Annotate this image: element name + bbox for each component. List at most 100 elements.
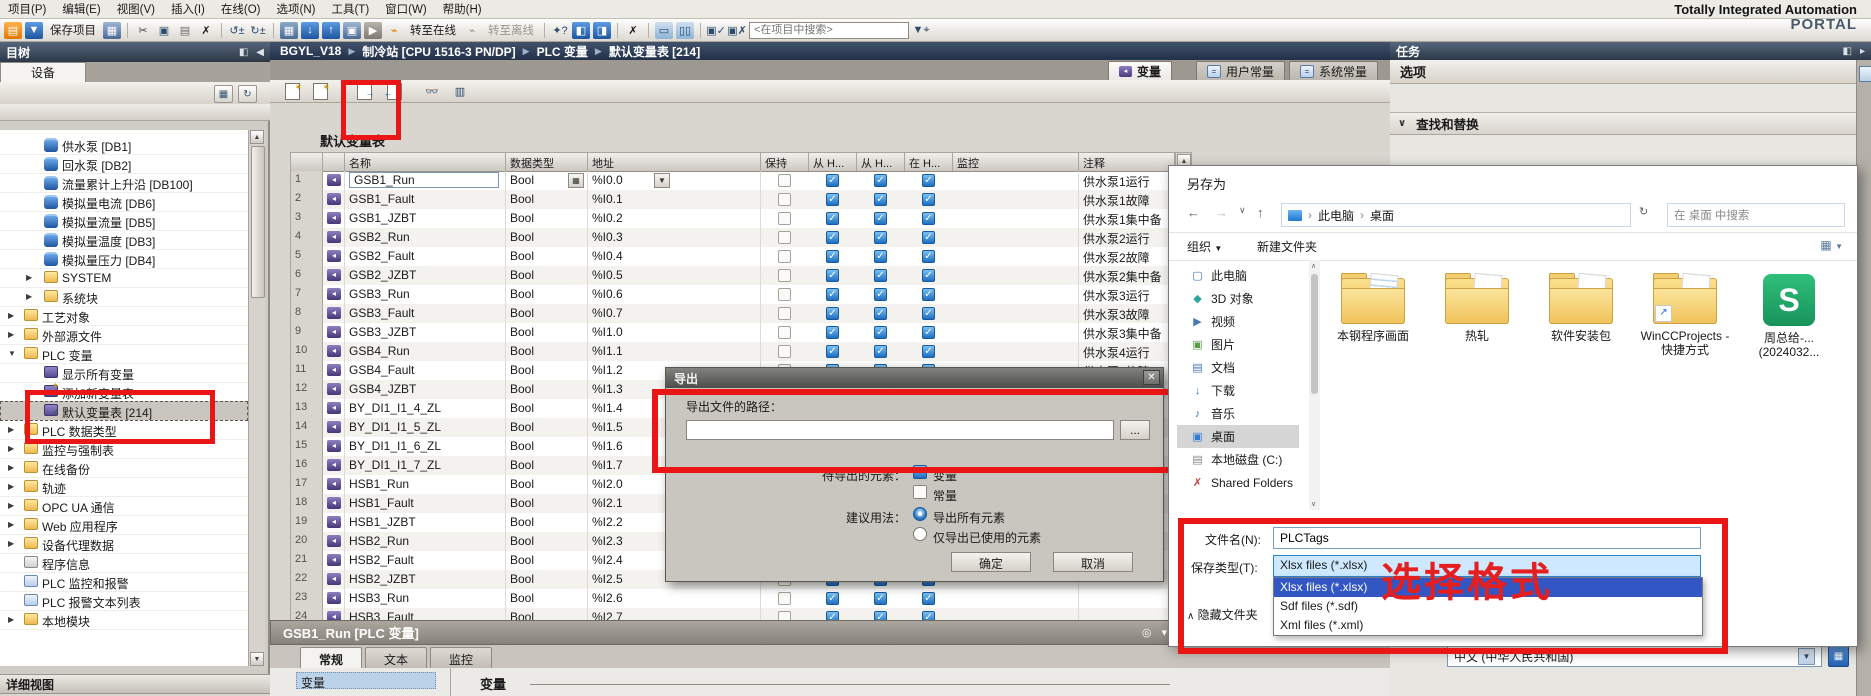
tree-item[interactable]: ▶在线备份 <box>0 458 248 478</box>
cancel-button[interactable]: 取消 <box>1053 552 1133 572</box>
tags-checkbox[interactable]: ✓ <box>913 465 927 479</box>
tree-item[interactable]: ▶外部源文件 <box>0 325 248 345</box>
expand-arrow-icon[interactable]: ▶ <box>8 444 14 453</box>
writable-from-hmi-checkbox[interactable]: ✓ <box>874 174 887 187</box>
data-type-cell[interactable]: Bool <box>506 304 588 323</box>
column-header[interactable]: 数据类型 <box>506 153 588 171</box>
data-type-cell[interactable]: Bool <box>506 494 588 513</box>
sidebar-item-disk[interactable]: ▤本地磁盘 (C:) <box>1177 448 1299 471</box>
column-header[interactable]: 注释 <box>1079 153 1175 171</box>
breadcrumb-this-pc[interactable]: 此电脑 <box>1318 207 1354 224</box>
save-type-option[interactable]: Xml files (*.xml) <box>1274 616 1702 635</box>
retain-checkbox[interactable] <box>778 592 791 605</box>
table-row[interactable]: 10◂GSB4_RunBool%I1.1✓✓✓供水泵4运行 <box>291 342 1175 361</box>
sidebar-scrollbar[interactable]: ∧ ∨ <box>1309 260 1320 510</box>
accessible-from-hmi-checkbox[interactable]: ✓ <box>826 269 839 282</box>
tab-devices[interactable]: 设备 <box>0 62 86 82</box>
menu-item[interactable]: 在线(O) <box>213 0 269 18</box>
sidebar-item-video[interactable]: ▶视频 <box>1177 310 1299 333</box>
breadcrumb-segment[interactable]: PLC 变量 <box>537 43 588 60</box>
tree-item[interactable]: ✶添加新变量表 <box>0 382 248 402</box>
tree-item[interactable]: ▶Web 应用程序 <box>0 515 248 535</box>
split-vertical-icon[interactable]: ▯▯ <box>676 22 694 39</box>
tags-checkbox-label[interactable]: 变量 <box>933 467 957 484</box>
find-replace-section-header[interactable]: ∨ 查找和替换 <box>1390 112 1856 135</box>
accessible-from-hmi-checkbox[interactable]: ✓ <box>826 212 839 225</box>
data-type-cell[interactable]: Bool <box>506 570 588 589</box>
paste-icon[interactable]: ▤ <box>176 22 194 39</box>
tree-item[interactable]: ▶工艺对象 <box>0 306 248 326</box>
breadcrumb-desktop[interactable]: 桌面 <box>1370 207 1394 224</box>
expand-arrow-icon[interactable]: ▶ <box>8 482 14 491</box>
inspector-collapse-icon[interactable]: ▾ <box>1161 626 1167 639</box>
tag-name-cell[interactable]: BY_DI1_I1_4_ZL <box>345 399 506 418</box>
ok-button[interactable]: 确定 <box>951 552 1031 572</box>
tag-name-cell[interactable]: GSB1_Run <box>345 171 506 190</box>
retain-checkbox[interactable] <box>778 307 791 320</box>
new-project-icon[interactable]: ▤ <box>4 22 22 39</box>
properties-search-icon[interactable]: ◎ <box>1142 626 1152 639</box>
tree-item[interactable]: 回水泵 [DB2] <box>0 154 248 174</box>
retain-checkbox[interactable] <box>778 250 791 263</box>
tree-item[interactable]: ▶PLC 数据类型 <box>0 420 248 440</box>
scroll-down-icon[interactable]: ▼ <box>250 652 264 666</box>
inspector-tab-monitor[interactable]: 监控 <box>430 647 492 668</box>
comment-cell[interactable]: 供水泵2集中备 <box>1079 266 1175 285</box>
accessible-from-hmi-checkbox[interactable]: ✓ <box>826 174 839 187</box>
tree-item[interactable]: 模拟量电流 [DB6] <box>0 192 248 212</box>
export-all-radio[interactable] <box>913 507 927 521</box>
tree-refresh-icon[interactable]: ↻ <box>238 85 257 103</box>
tag-name-cell[interactable]: GSB2_JZBT <box>345 266 506 285</box>
constants-checkbox-label[interactable]: 常量 <box>933 487 957 504</box>
address-cell[interactable]: %I0.3 <box>588 228 761 247</box>
tag-name-cell[interactable]: GSB3_JZBT <box>345 323 506 342</box>
import-icon[interactable]: ← <box>384 82 404 100</box>
export-path-input[interactable] <box>686 420 1114 440</box>
address-cell[interactable]: %I1.0 <box>588 323 761 342</box>
expand-arrow-icon[interactable]: ▶ <box>8 615 14 624</box>
menu-item[interactable]: 工具(T) <box>323 0 377 18</box>
sidebar-scrollbar-thumb[interactable] <box>1311 274 1318 394</box>
table-row[interactable]: 8◂GSB3_FaultBool%I0.7✓✓✓供水泵3故障 <box>291 304 1175 323</box>
retain-checkbox[interactable] <box>778 326 791 339</box>
comment-cell[interactable]: 供水泵2故障 <box>1079 247 1175 266</box>
tag-name-cell[interactable]: HSB2_Fault <box>345 551 506 570</box>
export-all-radio-label[interactable]: 导出所有元素 <box>933 509 1005 526</box>
panel-float-icon[interactable]: ◧ <box>1843 46 1852 57</box>
visible-in-hmi-checkbox[interactable]: ✓ <box>922 250 935 263</box>
project-search-input[interactable] <box>749 22 909 39</box>
tree-item[interactable]: ▶轨迹 <box>0 477 248 497</box>
language-apply-icon[interactable]: ▦ <box>1828 646 1849 667</box>
table-row[interactable]: 9◂GSB3_JZBTBool%I1.0✓✓✓供水泵3集中备 <box>291 323 1175 342</box>
tree-item[interactable]: ▼PLC 变量 <box>0 344 248 364</box>
address-cell[interactable]: %I0.4 <box>588 247 761 266</box>
expand-arrow-icon[interactable]: ▶ <box>26 292 32 301</box>
menu-item[interactable]: 视图(V) <box>109 0 163 18</box>
table-row[interactable]: 23◂HSB3_RunBool%I2.6✓✓✓ <box>291 589 1175 608</box>
retain-checkbox[interactable] <box>778 174 791 187</box>
tree-scrollbar-thumb[interactable] <box>251 146 265 298</box>
accessible-from-hmi-checkbox[interactable]: ✓ <box>826 326 839 339</box>
expand-arrow-icon[interactable]: ▶ <box>8 463 14 472</box>
save-project-label[interactable]: 保存项目 <box>50 22 96 38</box>
writable-from-hmi-checkbox[interactable]: ✓ <box>874 345 887 358</box>
column-header[interactable]: 地址 <box>588 153 761 171</box>
comment-cell[interactable]: 供水泵3故障 <box>1079 304 1175 323</box>
tree-item[interactable]: 模拟量压力 [DB4] <box>0 249 248 269</box>
accessible-from-hmi-checkbox[interactable]: ✓ <box>826 288 839 301</box>
search-input[interactable]: 在 桌面 中搜索 <box>1667 203 1845 227</box>
menu-item[interactable]: 选项(N) <box>269 0 324 18</box>
column-header[interactable]: 保持 <box>761 153 809 171</box>
menu-item[interactable]: 窗口(W) <box>377 0 435 18</box>
file-item[interactable]: 本钢程序画面 <box>1325 274 1421 343</box>
data-type-cell[interactable]: Bool <box>506 228 588 247</box>
tag-name-cell[interactable]: HSB3_Run <box>345 589 506 608</box>
data-type-cell[interactable]: Bool <box>506 190 588 209</box>
data-type-cell[interactable]: Bool <box>506 323 588 342</box>
file-item[interactable]: S周总给-...(2024032... <box>1741 274 1837 359</box>
tag-name-cell[interactable]: HSB2_JZBT <box>345 570 506 589</box>
tab-tags[interactable]: ◂变量 <box>1108 61 1172 80</box>
tag-name-cell[interactable]: GSB3_Run <box>345 285 506 304</box>
writable-from-hmi-checkbox[interactable]: ✓ <box>874 307 887 320</box>
accessible-from-hmi-checkbox[interactable]: ✓ <box>826 345 839 358</box>
